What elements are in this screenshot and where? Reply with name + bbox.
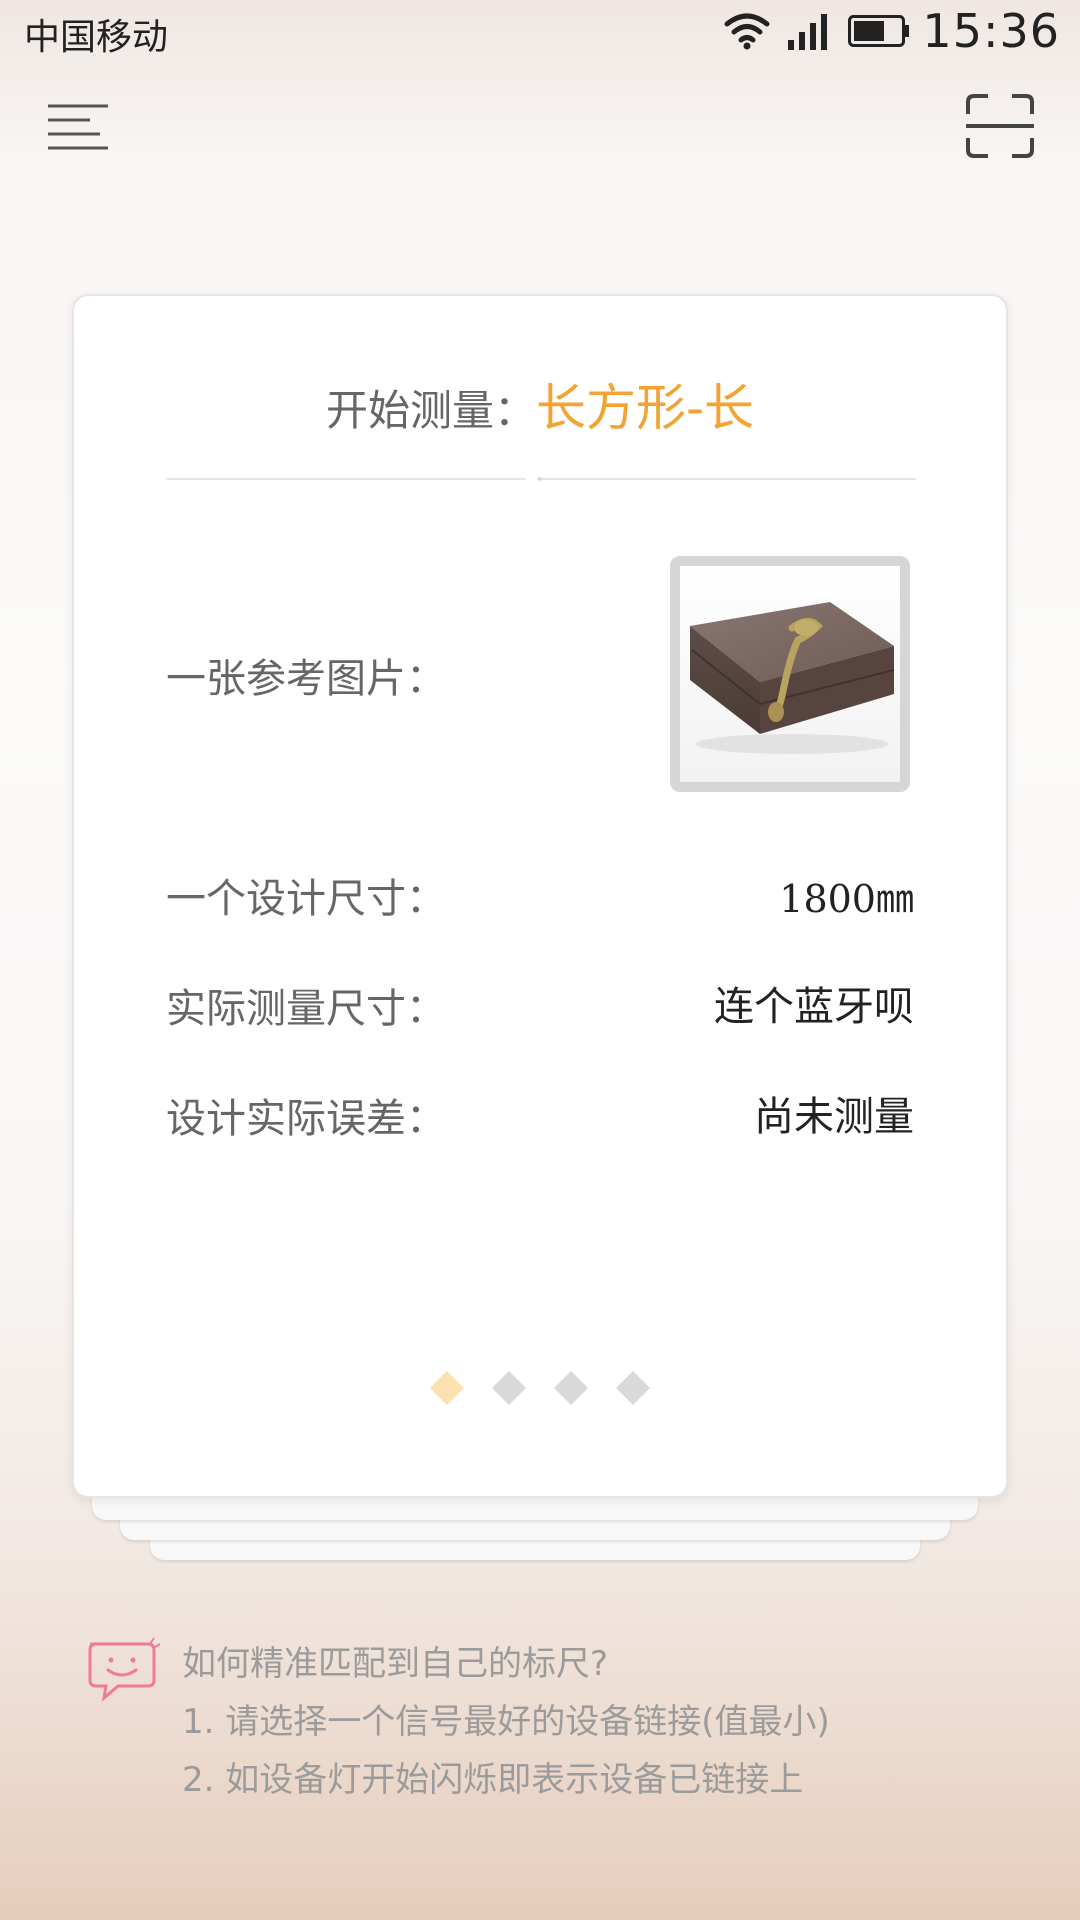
menu-icon [48,104,108,150]
signal-icon [788,14,828,50]
status-bar: 中国移动 15:36 [0,0,1080,64]
smiley-chat-icon [88,1637,161,1702]
design-size-value: 1800㎜ [779,877,914,921]
page-dot-4[interactable] [616,1371,650,1405]
card-title-label: 开始测量： [325,386,536,435]
scan-icon [966,94,1034,158]
carrier-name: 中国移动 [24,17,169,58]
reference-image-label: 一张参考图片： [166,656,446,702]
measure-card[interactable]: 开始测量：长方形-长 一张参考图片： 一个设计尺寸： 1800㎜ 实际测量尺寸：… [72,294,1008,1498]
tips-line-1: 1. 请选择一个信号最好的设备链接(值最小) [182,1702,830,1742]
card-title: 开始测量：长方形-长 [74,368,1006,440]
actual-size-label: 实际测量尺寸： [166,986,446,1032]
page-indicator [74,1371,1006,1405]
page-dot-2[interactable] [492,1371,526,1405]
wifi-icon [724,13,770,50]
tips-question: 如何精准匹配到自己的标尺? [182,1644,609,1684]
card-title-shape: 长方形-长 [535,379,755,437]
page-dot-1[interactable] [430,1371,464,1405]
wooden-box-image [690,602,895,754]
tips-line-2: 2. 如设备灯开始闪烁即表示设备已链接上 [182,1760,804,1800]
title-divider [166,477,916,481]
clock: 15:36 [922,4,1060,58]
tips-text: 如何精准匹配到自己的标尺? 1. 请选择一个信号最好的设备链接(值最小) 2. … [182,1638,830,1812]
design-size-label: 一个设计尺寸： [166,876,446,922]
status-icons: 15:36 [724,4,1060,58]
reference-image[interactable] [670,556,910,792]
battery-icon [848,15,910,47]
error-value: 尚未测量 [754,1094,914,1140]
scan-button[interactable] [964,92,1036,160]
actual-size-value[interactable]: 连个蓝牙呗 [714,974,914,1032]
menu-button[interactable] [44,96,114,156]
page-dot-3[interactable] [554,1371,588,1405]
error-label: 设计实际误差： [166,1096,446,1142]
